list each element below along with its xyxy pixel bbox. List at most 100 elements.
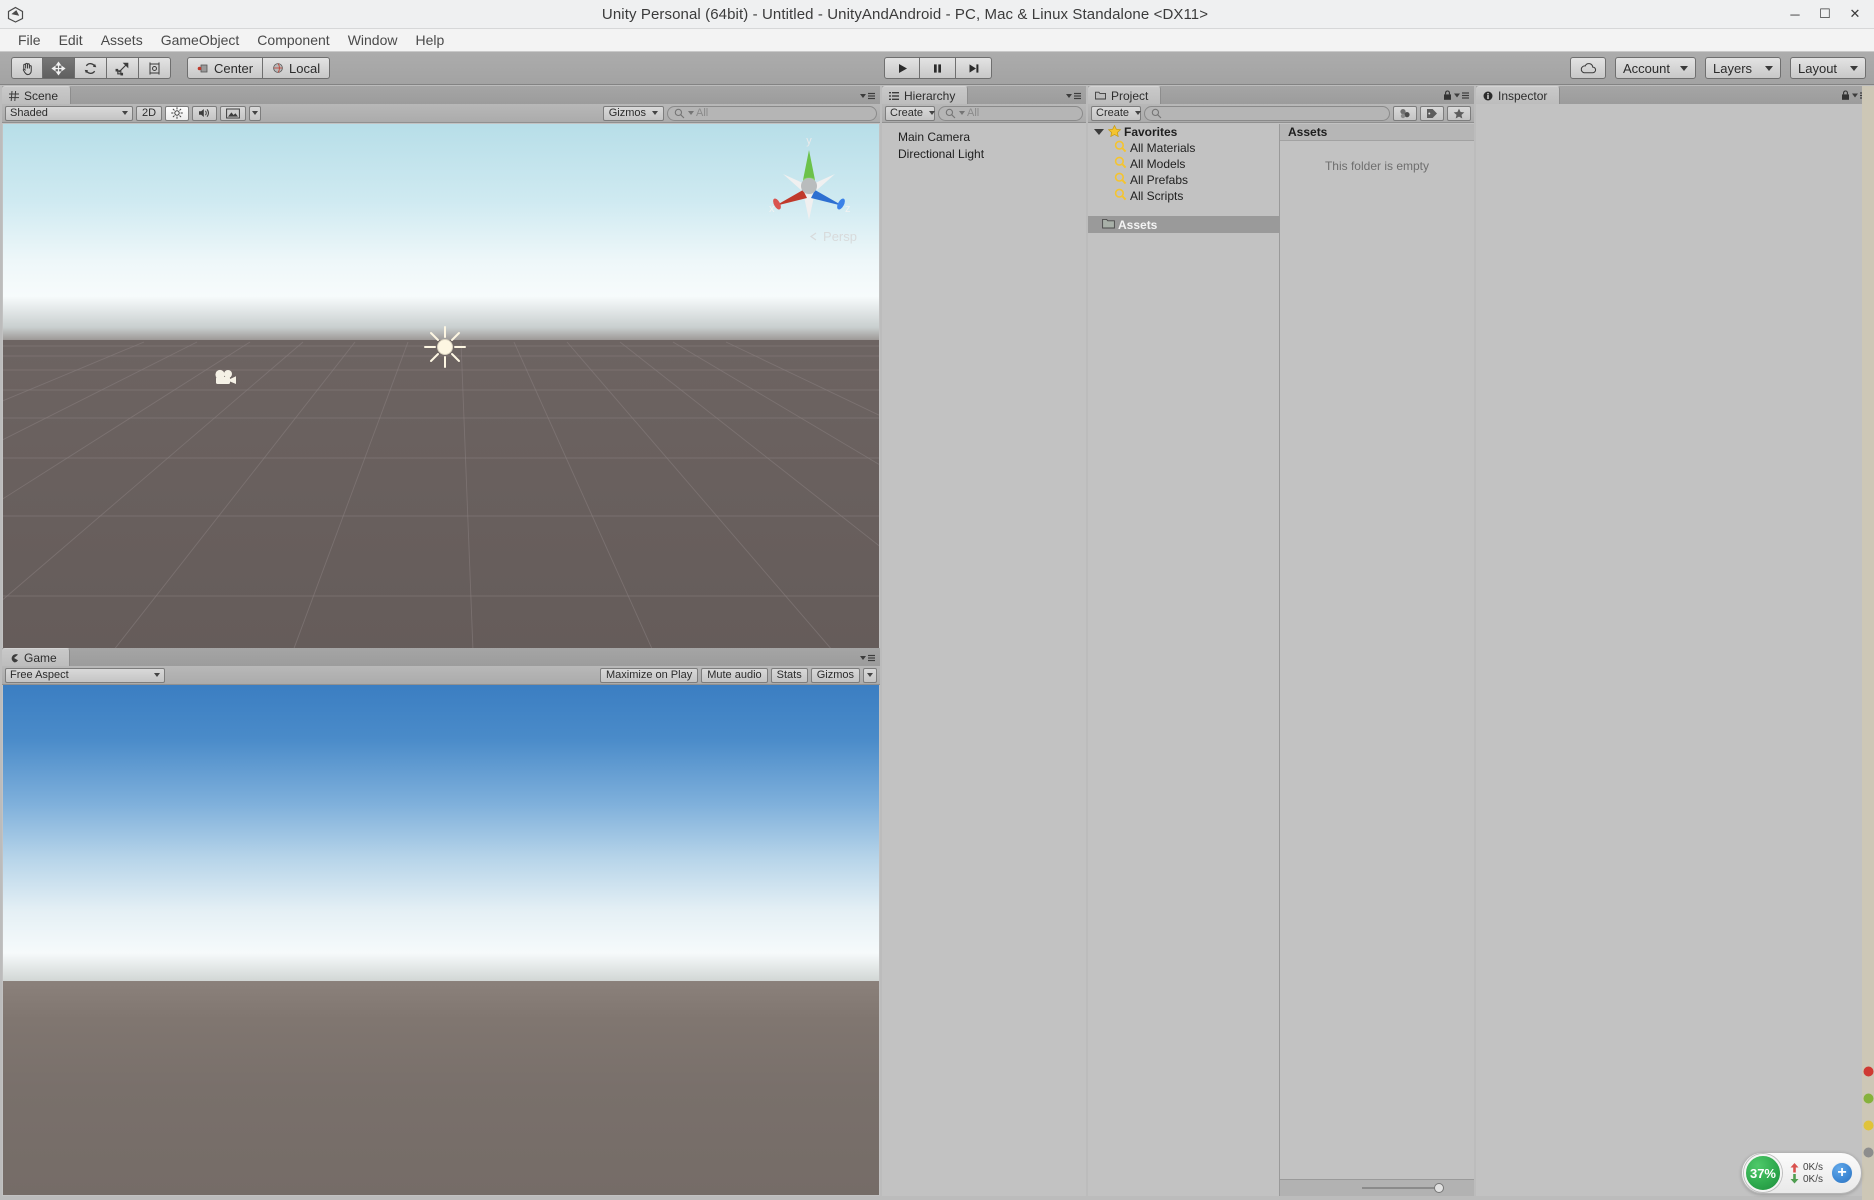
scene-panel-menu[interactable] <box>860 91 876 101</box>
tab-project[interactable]: Project <box>1088 86 1162 104</box>
project-favorite-all-materials[interactable]: All Materials <box>1088 140 1279 156</box>
project-favorites-root[interactable]: Favorites <box>1088 124 1279 140</box>
main-camera-gizmo[interactable] <box>213 367 239 392</box>
tab-game[interactable]: Game <box>2 648 70 666</box>
inspector-body <box>1476 105 1872 1196</box>
hand-tool-button[interactable] <box>11 57 43 79</box>
favorite-label: All Prefabs <box>1130 173 1189 187</box>
chevron-down-icon <box>867 673 873 677</box>
game-gizmos-dropdown[interactable] <box>863 667 877 683</box>
network-status-widget[interactable]: 37% 0K/s 0K/s + <box>1740 1152 1862 1194</box>
layers-dropdown[interactable]: Layers <box>1705 57 1781 79</box>
favorites-star-button[interactable] <box>1447 105 1471 121</box>
maximize-on-play-toggle[interactable]: Maximize on Play <box>600 667 699 683</box>
game-viewport[interactable] <box>3 685 879 1195</box>
stats-toggle[interactable]: Stats <box>770 667 808 683</box>
hamburger-menu-icon <box>1066 92 1081 100</box>
cloud-services-button[interactable] <box>1570 57 1607 79</box>
chevron-down-icon <box>1680 65 1688 71</box>
project-zoom-slider[interactable] <box>1280 1179 1474 1196</box>
rect-tool-button[interactable] <box>139 57 171 79</box>
pivot-mode-button[interactable]: Center <box>187 57 264 79</box>
rotate-tool-button[interactable] <box>75 57 107 79</box>
menu-assets[interactable]: Assets <box>92 30 152 51</box>
game-aspect-dropdown[interactable]: Free Aspect <box>5 667 165 683</box>
project-panel-menu[interactable] <box>1444 90 1470 101</box>
scene-lighting-toggle[interactable] <box>165 105 190 121</box>
search-magnifier-icon <box>1114 188 1127 204</box>
filter-by-label-button[interactable] <box>1420 105 1444 121</box>
game-ground <box>3 980 879 1195</box>
hamburger-menu-icon <box>1462 92 1469 99</box>
project-favorite-all-scripts[interactable]: All Scripts <box>1088 188 1279 204</box>
rect-transform-icon <box>149 61 160 75</box>
menu-bar: File Edit Assets GameObject Component Wi… <box>0 29 1874 52</box>
tab-hierarchy[interactable]: Hierarchy <box>882 86 969 104</box>
menu-window[interactable]: Window <box>339 30 407 51</box>
game-pacman-icon <box>9 653 19 663</box>
scene-effects-toggle[interactable] <box>220 105 247 121</box>
minimize-button[interactable]: ─ <box>1780 0 1810 28</box>
gray-shortcut-icon[interactable] <box>1863 1147 1874 1158</box>
hierarchy-create-dropdown[interactable]: Create <box>885 105 936 121</box>
scale-tool-button[interactable] <box>107 57 139 79</box>
move-tool-button[interactable] <box>43 57 75 79</box>
mute-audio-toggle[interactable]: Mute audio <box>701 667 768 683</box>
slider-track[interactable] <box>1362 1183 1444 1193</box>
game-panel-menu[interactable] <box>860 653 876 663</box>
maximize-button[interactable]: ☐ <box>1810 0 1840 28</box>
scene-draw-mode-dropdown[interactable]: Shaded <box>5 105 133 121</box>
filter-by-type-button[interactable] <box>1393 105 1417 121</box>
account-dropdown[interactable]: Account <box>1615 57 1696 79</box>
add-button[interactable]: + <box>1831 1162 1853 1184</box>
chevron-down-icon <box>252 111 259 115</box>
scene-effects-dropdown[interactable] <box>249 105 262 121</box>
hierarchy-panel-menu[interactable] <box>1066 91 1082 101</box>
scene-perspective-label[interactable]: Persp <box>809 229 857 244</box>
yellow-shortcut-icon[interactable] <box>1863 1120 1874 1131</box>
pivot-rotation-button[interactable]: Local <box>263 57 331 79</box>
play-button[interactable] <box>884 57 920 79</box>
project-favorite-all-prefabs[interactable]: All Prefabs <box>1088 172 1279 188</box>
tab-inspector-label: Inspector <box>1498 88 1548 103</box>
menu-component[interactable]: Component <box>248 30 338 51</box>
directional-light-gizmo[interactable] <box>422 324 468 375</box>
scene-search-input[interactable]: All <box>667 105 877 121</box>
scene-gizmos-dropdown[interactable]: Gizmos <box>602 105 664 121</box>
chevron-left-icon <box>809 232 817 241</box>
menu-file[interactable]: File <box>9 30 50 51</box>
window-title: Unity Personal (64bit) - Untitled - Unit… <box>601 5 1209 23</box>
pause-button[interactable] <box>920 57 956 79</box>
pause-icon <box>934 63 941 73</box>
scene-2d-toggle[interactable]: 2D <box>136 105 163 121</box>
list-item[interactable]: Directional Light <box>890 146 1086 163</box>
step-button[interactable] <box>956 57 992 79</box>
menu-edit[interactable]: Edit <box>50 30 92 51</box>
green-shortcut-icon[interactable] <box>1863 1093 1874 1104</box>
search-icon <box>945 108 956 118</box>
chevron-down-icon <box>652 111 658 115</box>
list-item[interactable]: Main Camera <box>890 129 1086 146</box>
close-button[interactable]: ✕ <box>1840 0 1870 28</box>
menu-help[interactable]: Help <box>406 30 453 51</box>
scene-audio-toggle[interactable] <box>192 105 218 121</box>
step-icon <box>969 63 979 73</box>
menu-gameobject[interactable]: GameObject <box>152 30 249 51</box>
scene-viewport[interactable]: y x z Persp <box>3 124 879 651</box>
tab-project-label: Project <box>1111 88 1149 103</box>
chevron-down-icon <box>959 111 965 115</box>
tab-inspector[interactable]: Inspector <box>1476 86 1561 104</box>
chevron-down-icon <box>1765 65 1773 71</box>
project-assets-folder[interactable]: Assets <box>1088 216 1279 233</box>
project-create-dropdown[interactable]: Create <box>1091 105 1142 121</box>
assets-folder-label: Assets <box>1118 217 1158 232</box>
project-favorite-all-models[interactable]: All Models <box>1088 156 1279 172</box>
layout-dropdown[interactable]: Layout <box>1790 57 1866 79</box>
scene-axis-gizmo[interactable]: y x z <box>763 134 855 244</box>
red-shortcut-icon[interactable] <box>1863 1066 1874 1077</box>
project-search-input[interactable] <box>1144 105 1390 121</box>
slider-knob[interactable] <box>1434 1183 1444 1193</box>
hierarchy-search-input[interactable]: All <box>938 105 1083 121</box>
tab-scene[interactable]: Scene <box>2 86 72 104</box>
game-gizmos-button[interactable]: Gizmos <box>810 667 860 683</box>
